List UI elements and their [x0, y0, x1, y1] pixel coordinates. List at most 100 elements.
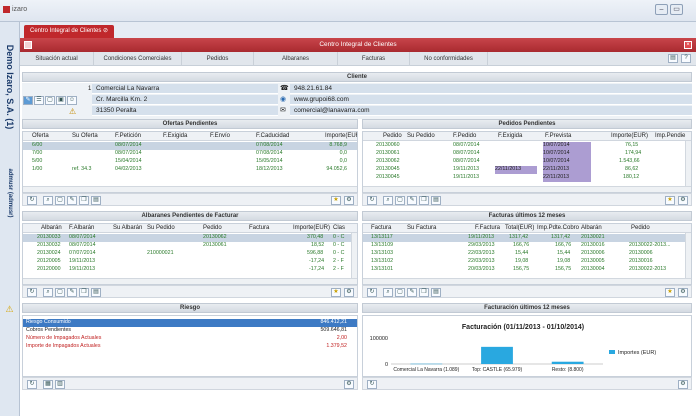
col-su-albaran[interactable]: Su Albarán	[113, 224, 142, 233]
table-icon[interactable]: ▦	[43, 380, 53, 389]
vertical-scrollbar[interactable]	[685, 233, 691, 279]
export-icon[interactable]: ▥	[55, 380, 65, 389]
search-icon[interactable]: ⌕	[383, 196, 393, 205]
refresh-icon[interactable]: ↻	[367, 196, 377, 205]
minimize-icon[interactable]: –	[655, 4, 668, 15]
table-row[interactable]: 7/00 08/07/2014 07/08/2014 0,0	[23, 150, 357, 158]
col-f-factura[interactable]: F.Factura	[475, 224, 500, 233]
horizontal-scrollbar[interactable]	[23, 186, 357, 192]
tab-centro-integral[interactable]: Centro Integral de Clientes ⊘	[24, 25, 115, 38]
tab-no-conformidades[interactable]: No conformidades	[410, 52, 488, 66]
help-icon[interactable]: ?	[681, 54, 691, 63]
col-importe[interactable]: Importe(EUR)	[293, 224, 330, 233]
horizontal-scrollbar[interactable]	[23, 278, 357, 284]
search-icon[interactable]: ⌕	[43, 196, 53, 205]
col-su-pedido[interactable]: Su Pedido	[147, 224, 175, 233]
tab-situacion-actual[interactable]: Situación actual	[20, 52, 94, 66]
search-icon[interactable]: ⌕	[383, 288, 393, 297]
table-row[interactable]: 13/13103 22/03/2013 15,44 15,44 20130006 2013…	[363, 250, 691, 258]
col-f-caducidad[interactable]: F.Caducidad	[256, 132, 289, 141]
edit-icon[interactable]: ✎	[67, 288, 77, 297]
col-f-envio[interactable]: F.Envío	[210, 132, 230, 141]
table-row[interactable]: 20130032 08/07/2014 20130061 18,52 0 - C	[23, 242, 357, 250]
col-f-exigida[interactable]: F.Exigida	[498, 132, 522, 141]
table-row[interactable]: 20130024 07/07/2014 210000021 596,88 0 - C	[23, 250, 357, 258]
col-f-pedido[interactable]: F.Pedido	[453, 132, 476, 141]
copy-icon[interactable]: ❐	[79, 288, 89, 297]
col-importe[interactable]: Importe(EUR)	[611, 132, 648, 141]
tab-albaranes[interactable]: Albaranes	[254, 52, 338, 66]
search-icon[interactable]: ⌕	[43, 288, 53, 297]
maximize-icon[interactable]: ▭	[670, 4, 683, 15]
col-importe[interactable]: Importe(EUR)	[325, 132, 357, 141]
new-icon[interactable]: ▢	[55, 196, 65, 205]
copy-icon[interactable]: ❐	[419, 288, 429, 297]
refresh-icon[interactable]: ↻	[367, 288, 377, 297]
settings-icon[interactable]: ⚙	[678, 380, 688, 389]
settings-icon[interactable]: ⚙	[678, 196, 688, 205]
col-su-factura[interactable]: Su Factura	[407, 224, 436, 233]
riesgo-row[interactable]: Riesgo Consumido 846.412,21	[23, 319, 357, 327]
refresh-icon[interactable]: ↻	[27, 380, 37, 389]
print-icon[interactable]: ▤	[91, 196, 101, 205]
col-imp-pdte-cobro[interactable]: Imp.Pdte.Cobro	[537, 224, 579, 233]
horizontal-scrollbar[interactable]	[363, 278, 691, 284]
table-row[interactable]: 6/00 08/07/2014 07/08/2014 8.768,9	[23, 142, 357, 150]
print-icon[interactable]: ▤	[431, 288, 441, 297]
table-row[interactable]: 20120005 19/11/2013 -17,24 2 - F	[23, 258, 357, 266]
col-albaran[interactable]: Albarán	[41, 224, 62, 233]
col-pedido[interactable]: Pedido	[203, 224, 222, 233]
table-row[interactable]: 20120000 19/11/2013 -17,24 2 - F	[23, 266, 357, 274]
copy-icon[interactable]: ❐	[79, 196, 89, 205]
user-icon[interactable]: ☺	[67, 96, 77, 105]
col-imp-pendiente[interactable]: Imp.Pendie	[655, 132, 685, 141]
col-total[interactable]: Total(EUR)	[505, 224, 534, 233]
table-row[interactable]: 1/00 ref. 34.3 04/02/2013 18/12/2013 94.052,…	[23, 166, 357, 174]
riesgo-row[interactable]: Importe de Impagados Actuales 1.379,52	[23, 343, 357, 351]
horizontal-scrollbar[interactable]	[363, 186, 691, 192]
table-row[interactable]: 13/13109 29/03/2013 166,76 166,76 20130016 20…	[363, 242, 691, 250]
print-icon[interactable]: ▤	[91, 288, 101, 297]
tab-pedidos[interactable]: Pedidos	[182, 52, 254, 66]
riesgo-row[interactable]: Número de Impagados Actuales 2,00	[23, 335, 357, 343]
edit-icon[interactable]: ✎	[23, 96, 33, 105]
settings-icon[interactable]: ⚙	[344, 380, 354, 389]
tab-facturas[interactable]: Facturas	[338, 52, 410, 66]
refresh-icon[interactable]: ↻	[27, 196, 37, 205]
tab-condiciones-comerciales[interactable]: Condiciones Comerciales	[94, 52, 182, 66]
document-icon[interactable]: ▢	[45, 96, 55, 105]
list-icon[interactable]: ☰	[34, 96, 44, 105]
cliente-email[interactable]: comercial@lanavarra.com	[294, 106, 370, 116]
cliente-web[interactable]: www.grupoi68.com	[294, 95, 349, 105]
settings-icon[interactable]: ⚙	[344, 288, 354, 297]
table-row[interactable]: 20130060 08/07/2014 10/07/2014 76,15	[363, 142, 691, 150]
col-factura[interactable]: Factura	[371, 224, 391, 233]
refresh-icon[interactable]: ↻	[27, 288, 37, 297]
edit-icon[interactable]: ✎	[407, 288, 417, 297]
col-f-exigida[interactable]: F.Exigida	[163, 132, 187, 141]
new-icon[interactable]: ▢	[395, 196, 405, 205]
col-albaran[interactable]: Albarán	[581, 224, 602, 233]
col-f-prevista[interactable]: F.Prevista	[545, 132, 571, 141]
table-row[interactable]: 13/13101 20/03/2013 156,75 156,75 20130004 20…	[363, 266, 691, 274]
table-row[interactable]: 20130033 08/07/2014 20130062 370,48 0 - C	[23, 234, 357, 242]
favorite-icon[interactable]: ★	[331, 196, 341, 205]
table-row[interactable]: 20130061 08/07/2014 10/07/2014 174,94	[363, 150, 691, 158]
copy-icon[interactable]: ❐	[419, 196, 429, 205]
table-row[interactable]: 13/13117 19/11/2013 1317,42 1317,42 20130021	[363, 234, 691, 242]
col-clase[interactable]: Clas	[333, 224, 345, 233]
favorite-icon[interactable]: ★	[331, 288, 341, 297]
refresh-icon[interactable]: ↻	[367, 380, 377, 389]
settings-icon[interactable]: ⚙	[344, 196, 354, 205]
col-pedido[interactable]: Pedido	[383, 132, 402, 141]
favorite-icon[interactable]: ★	[665, 288, 675, 297]
vertical-scrollbar[interactable]	[351, 233, 357, 279]
col-pedido[interactable]: Pedido	[631, 224, 650, 233]
folder-icon[interactable]: ▣	[56, 96, 66, 105]
edit-icon[interactable]: ✎	[67, 196, 77, 205]
vertical-scrollbar[interactable]	[685, 141, 691, 187]
col-f-albaran[interactable]: F.Albarán	[69, 224, 94, 233]
print-icon[interactable]: ▤	[668, 54, 678, 63]
col-su-pedido[interactable]: Su Pedido	[407, 132, 435, 141]
col-su-oferta[interactable]: Su Oferta	[72, 132, 98, 141]
